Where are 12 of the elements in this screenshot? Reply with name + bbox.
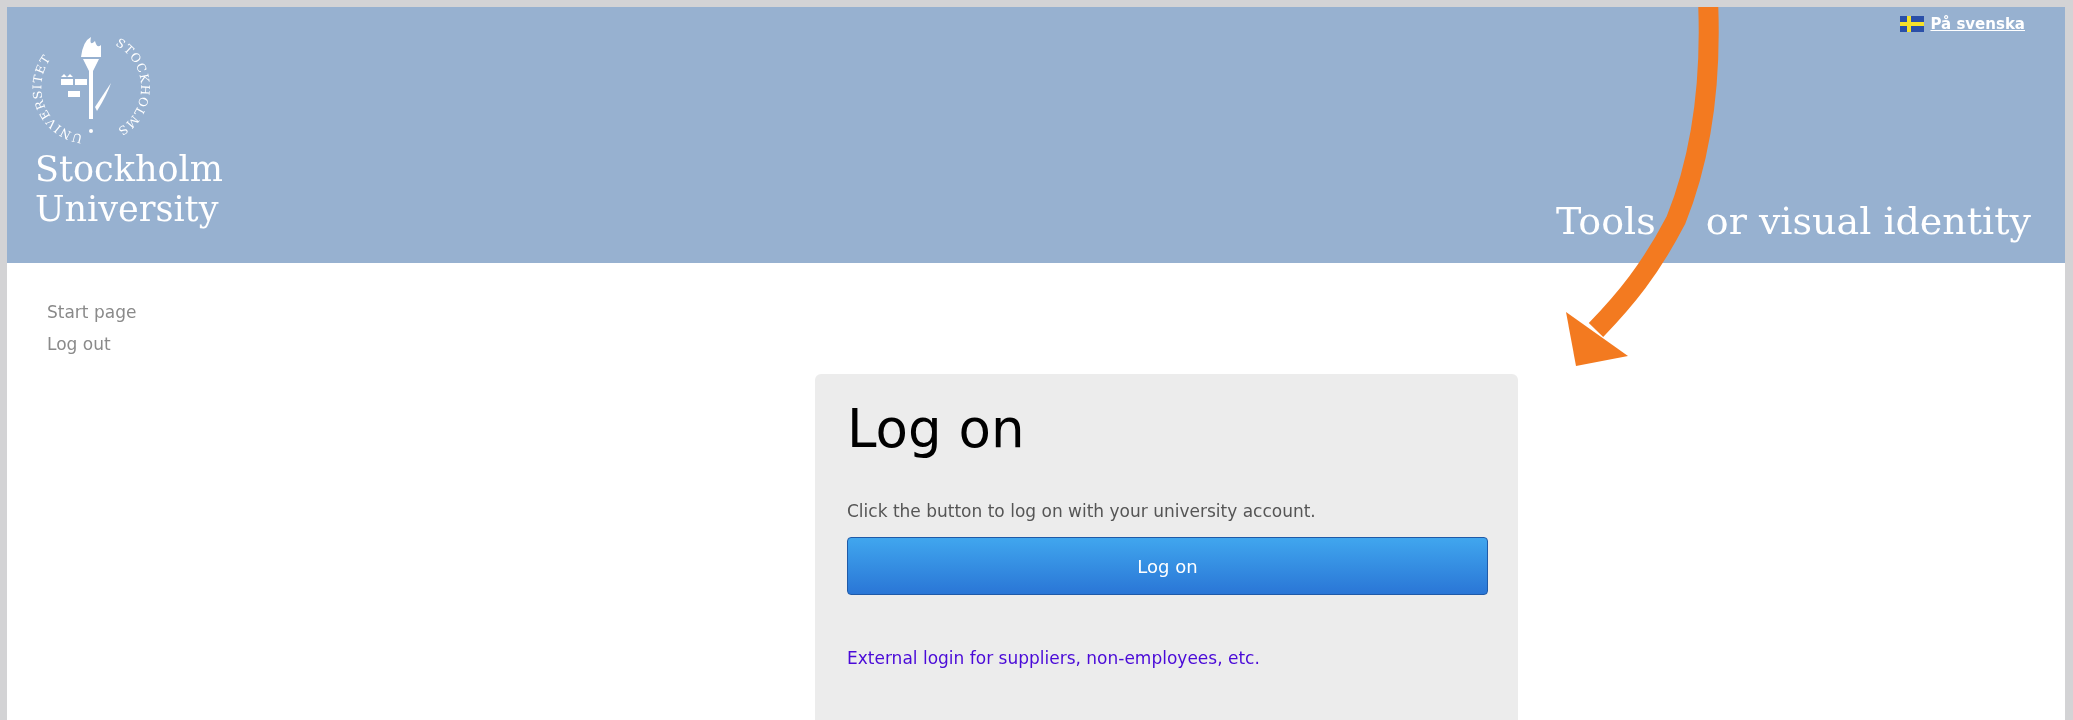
nav-link[interactable]: Start page	[47, 299, 815, 325]
nav-link[interactable]: Log out	[47, 331, 815, 357]
site-title: or visual identity	[1705, 199, 2031, 243]
language-link[interactable]: På svenska	[1900, 15, 2025, 33]
site-title: Tools	[1555, 199, 1656, 243]
university-name: Stockholm University	[35, 149, 223, 229]
login-heading: Log on	[847, 398, 1025, 459]
external-login-link[interactable]: External login for suppliers, non-employees, etc.	[847, 648, 1260, 668]
login-instructions: Click the button to log on with your university account.	[847, 501, 1316, 521]
log-on-button[interactable]: Log on	[847, 537, 1488, 595]
language-link-text[interactable]: På svenska	[1930, 15, 2025, 33]
swedish-flag-icon	[1900, 16, 1925, 32]
